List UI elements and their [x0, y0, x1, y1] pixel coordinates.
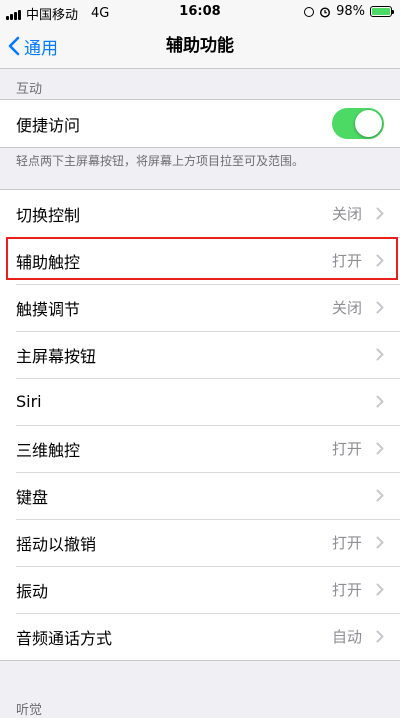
settings-row[interactable]: 主屏幕按钮 — [0, 331, 400, 378]
settings-row-value: 打开 — [331, 534, 362, 552]
chevron-right-icon — [376, 583, 384, 596]
page-title: 辅助功能 — [166, 36, 234, 56]
chevron-right-icon — [376, 630, 384, 643]
reachability-row[interactable]: 便捷访问 — [0, 100, 400, 147]
status-bar: 中国移动 4G 16:08 98% — [0, 0, 400, 24]
chevron-right-icon — [376, 348, 384, 361]
chevron-right-icon — [376, 442, 384, 455]
section-header-hearing: 听觉 — [16, 703, 43, 718]
navigation-bar: 通用 辅助功能 — [0, 24, 400, 69]
reachability-label: 便捷访问 — [16, 115, 81, 135]
chevron-right-icon — [376, 536, 384, 549]
toggle-knob — [355, 110, 382, 137]
settings-row-label: 振动 — [16, 581, 49, 601]
chevron-right-icon — [376, 489, 384, 502]
chevron-right-icon — [376, 301, 384, 314]
settings-row[interactable]: 键盘 — [0, 472, 400, 519]
settings-list: 切换控制 关闭 辅助触控 打开 触摸调节 关闭 主屏幕按钮 Siri 三维触控 打开 键盘 摇动以撤销… — [0, 189, 400, 661]
settings-row[interactable]: 振动 打开 — [0, 566, 400, 613]
settings-row-label: 触摸调节 — [16, 299, 81, 319]
chevron-right-icon — [376, 207, 384, 220]
settings-row[interactable]: 音频通话方式 自动 — [0, 613, 400, 660]
settings-row-label: 三维触控 — [16, 440, 81, 460]
back-button[interactable]: 通用 — [8, 24, 58, 68]
settings-row-value: 打开 — [331, 252, 362, 270]
reachability-footer: 轻点两下主屏幕按钮，将屏幕上方项目拉至可及范围。 — [16, 154, 305, 168]
settings-row[interactable]: 辅助触控 打开 — [0, 237, 400, 284]
settings-row[interactable]: 摇动以撤销 打开 — [0, 519, 400, 566]
settings-row[interactable]: 三维触控 打开 — [0, 425, 400, 472]
settings-row-value: 关闭 — [331, 205, 362, 223]
settings-row-label: 音频通话方式 — [16, 628, 113, 648]
battery-fill — [372, 8, 390, 15]
settings-row-label: 摇动以撤销 — [16, 534, 97, 554]
settings-row-value: 关闭 — [331, 299, 362, 317]
chevron-right-icon — [376, 254, 384, 267]
settings-row-value: 自动 — [331, 628, 362, 646]
chevron-left-icon — [8, 36, 20, 56]
section-header-interaction: 互动 — [16, 82, 43, 97]
status-right: 98% — [304, 4, 394, 19]
settings-row-label: 键盘 — [16, 487, 49, 507]
settings-row-label: 辅助触控 — [16, 252, 81, 272]
reachability-group: 便捷访问 — [0, 99, 400, 148]
settings-row-label: 主屏幕按钮 — [16, 346, 97, 366]
alarm-icon — [320, 6, 331, 18]
battery-percent: 98% — [336, 4, 365, 19]
settings-row-value: 打开 — [331, 440, 362, 458]
chevron-right-icon — [376, 395, 384, 408]
settings-row[interactable]: 切换控制 关闭 — [0, 190, 400, 237]
settings-row-label: Siri — [16, 392, 42, 411]
reachability-toggle[interactable] — [332, 108, 384, 139]
settings-row-value: 打开 — [331, 581, 362, 599]
orientation-lock-icon — [304, 6, 315, 17]
settings-row[interactable]: Siri — [0, 378, 400, 425]
settings-row[interactable]: 触摸调节 关闭 — [0, 284, 400, 331]
battery-icon — [370, 6, 394, 17]
back-button-label: 通用 — [24, 38, 58, 59]
settings-row-label: 切换控制 — [16, 205, 81, 225]
